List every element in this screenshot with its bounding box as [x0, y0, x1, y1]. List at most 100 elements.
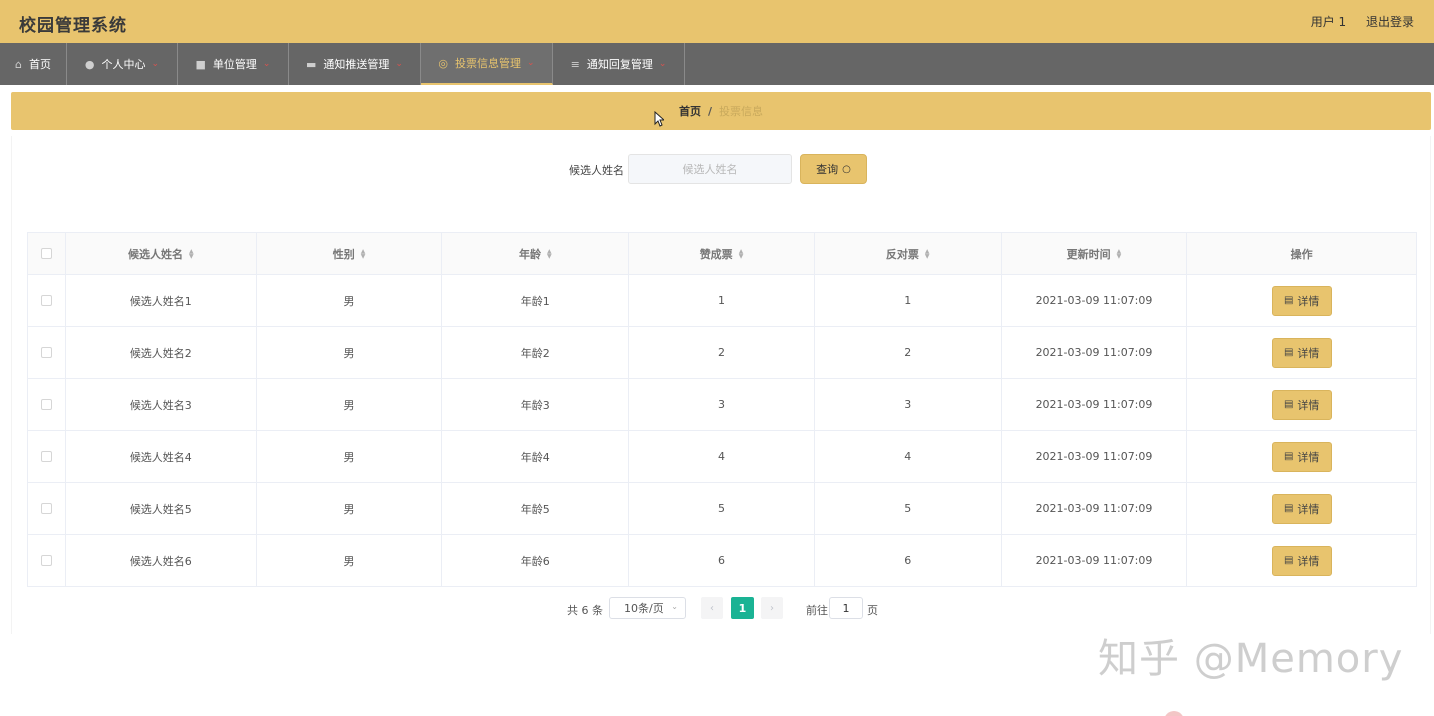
- cell-age: 年龄4: [442, 431, 630, 482]
- sort-icon[interactable]: ▲ ▼: [189, 248, 194, 259]
- column-header[interactable]: 年龄 ▲ ▼: [442, 233, 630, 274]
- table-row: 候选人姓名1 男 年龄1 1 1 2021-03-09 11:07:09 ▤ 详情: [28, 275, 1416, 327]
- breadcrumb: 首页 / 投票信息: [11, 92, 1431, 130]
- column-header: 操作: [1290, 247, 1313, 261]
- nav-item-home[interactable]: ⌂ 首页: [0, 43, 67, 85]
- document-icon: ▤: [1283, 503, 1294, 514]
- column-header[interactable]: 更新时间 ▲ ▼: [1002, 233, 1188, 274]
- cell-no-votes: 6: [815, 535, 1002, 586]
- sort-icon[interactable]: ▲ ▼: [925, 248, 930, 259]
- row-checkbox[interactable]: [40, 503, 52, 514]
- sort-icon[interactable]: ▲ ▼: [1117, 248, 1122, 259]
- detail-button[interactable]: ▤ 详情: [1271, 545, 1332, 576]
- goto-unit: 页: [867, 604, 878, 617]
- row-checkbox[interactable]: [40, 295, 52, 306]
- document-icon: ▤: [1283, 451, 1294, 462]
- detail-button[interactable]: ▤ 详情: [1271, 337, 1332, 368]
- watermark: 知乎 @Memory: [1098, 636, 1404, 682]
- nav-item-label: 通知推送管理: [323, 58, 390, 71]
- nav-item-notice-reply[interactable]: ≡ 通知回复管理 ⌄: [553, 43, 685, 85]
- row-checkbox[interactable]: [40, 399, 52, 410]
- page-size-select[interactable]: 10条/页 ⌄: [609, 597, 686, 619]
- row-checkbox[interactable]: [40, 347, 52, 358]
- cell-no-votes: 1: [815, 275, 1002, 326]
- cell-updated-time: 2021-03-09 11:07:09: [1002, 275, 1188, 326]
- cell-yes-votes: 3: [629, 379, 815, 430]
- search-input[interactable]: [628, 154, 792, 184]
- cell-age: 年龄3: [442, 379, 630, 430]
- cell-updated-time: 2021-03-09 11:07:09: [1002, 483, 1188, 534]
- goto-page-input[interactable]: [829, 597, 863, 619]
- vote-table: 候选人姓名 ▲ ▼ 性别 ▲ ▼ 年龄 ▲ ▼ 赞成票 ▲ ▼ 反对票 ▲ ▼ 更新时间 ▲ ▼ 操作 …: [27, 232, 1417, 587]
- cell-age: 年龄1: [442, 275, 630, 326]
- cell-name: 候选人姓名4: [66, 431, 257, 482]
- table-row: 候选人姓名3 男 年龄3 3 3 2021-03-09 11:07:09 ▤ 详情: [28, 379, 1416, 431]
- cell-gender: 男: [257, 431, 443, 482]
- cell-updated-time: 2021-03-09 11:07:09: [1002, 327, 1188, 378]
- breadcrumb-current: 投票信息: [719, 105, 764, 118]
- decorative-dot: [1164, 711, 1184, 716]
- cell-no-votes: 5: [815, 483, 1002, 534]
- app-title: 校园管理系统: [19, 16, 127, 36]
- detail-button[interactable]: ▤ 详情: [1271, 389, 1332, 420]
- current-user: 用户 1: [1310, 15, 1347, 29]
- cell-yes-votes: 1: [629, 275, 815, 326]
- sort-icon[interactable]: ▲ ▼: [361, 248, 366, 259]
- detail-button[interactable]: ▤ 详情: [1271, 285, 1332, 316]
- cell-updated-time: 2021-03-09 11:07:09: [1002, 431, 1188, 482]
- select-all-checkbox[interactable]: [40, 248, 52, 259]
- detail-button[interactable]: ▤ 详情: [1271, 493, 1332, 524]
- cell-yes-votes: 5: [629, 483, 815, 534]
- column-header[interactable]: 候选人姓名 ▲ ▼: [66, 233, 257, 274]
- cell-name: 候选人姓名5: [66, 483, 257, 534]
- prev-page-button[interactable]: ‹: [701, 597, 723, 619]
- nav-item-personal-center[interactable]: ● 个人中心 ⌄: [67, 43, 178, 85]
- nav-item-notice-push[interactable]: ▬ 通知推送管理 ⌄: [289, 43, 421, 85]
- nav-item-label: 首页: [28, 58, 51, 71]
- column-header[interactable]: 性别 ▲ ▼: [257, 233, 443, 274]
- list-icon: ≡: [570, 57, 580, 71]
- table-row: 候选人姓名6 男 年龄6 6 6 2021-03-09 11:07:09 ▤ 详情: [28, 535, 1416, 587]
- main-nav: ⌂ 首页 ● 个人中心 ⌄ ■ 单位管理 ⌄ ▬ 通知推送管理 ⌄ ◎ 投票信息…: [0, 43, 1434, 85]
- search-form: 候选人姓名 查询 ○: [12, 154, 1432, 184]
- document-icon: ▤: [1283, 295, 1294, 306]
- document-icon: ▤: [1283, 555, 1294, 566]
- content-panel: 候选人姓名 查询 ○ 候选人姓名▲▼ 性别▲▼ 年龄▲▼ 赞成票▲▼ 反对票▲▼…: [11, 136, 1431, 634]
- table-row: 候选人姓名2 男 年龄2 2 2 2021-03-09 11:07:09 ▤ 详情: [28, 327, 1416, 379]
- detail-button[interactable]: ▤ 详情: [1271, 441, 1332, 472]
- column-header[interactable]: 反对票 ▲ ▼: [815, 233, 1002, 274]
- logout-link[interactable]: 退出登录: [1366, 15, 1414, 29]
- cell-yes-votes: 6: [629, 535, 815, 586]
- sort-icon[interactable]: ▲ ▼: [547, 248, 552, 259]
- page-number-current[interactable]: 1: [731, 597, 754, 619]
- sort-icon[interactable]: ▲ ▼: [739, 248, 744, 259]
- cell-no-votes: 4: [815, 431, 1002, 482]
- cell-age: 年龄6: [442, 535, 630, 586]
- home-icon: ⌂: [15, 57, 22, 71]
- document-icon: ▤: [1283, 399, 1294, 410]
- nav-item-vote-info[interactable]: ◎ 投票信息管理 ⌄: [421, 43, 553, 85]
- nav-item-label: 通知回复管理: [586, 58, 653, 71]
- user-area: 用户 1 退出登录: [1295, 13, 1414, 30]
- cell-updated-time: 2021-03-09 11:07:09: [1002, 535, 1188, 586]
- cell-no-votes: 3: [815, 379, 1002, 430]
- row-checkbox[interactable]: [40, 451, 52, 462]
- column-header[interactable]: 赞成票 ▲ ▼: [629, 233, 815, 274]
- next-page-button[interactable]: ›: [761, 597, 783, 619]
- cell-gender: 男: [257, 327, 443, 378]
- monitor-icon: ▬: [306, 57, 317, 71]
- cell-yes-votes: 2: [629, 327, 815, 378]
- chevron-down-icon: ⌄: [658, 59, 667, 69]
- top-header: 校园管理系统 用户 1 退出登录: [0, 0, 1434, 43]
- breadcrumb-home[interactable]: 首页: [679, 103, 701, 119]
- nav-item-unit-management[interactable]: ■ 单位管理 ⌄: [178, 43, 289, 85]
- goto-label: 前往: [806, 604, 828, 617]
- cell-name: 候选人姓名6: [66, 535, 257, 586]
- cell-gender: 男: [257, 483, 443, 534]
- row-checkbox[interactable]: [40, 555, 52, 566]
- cell-age: 年龄2: [442, 327, 630, 378]
- search-button[interactable]: 查询 ○: [800, 154, 867, 184]
- nav-item-label: 投票信息管理: [455, 57, 522, 70]
- header-select-all: [28, 233, 66, 274]
- search-button-label: 查询: [816, 163, 839, 176]
